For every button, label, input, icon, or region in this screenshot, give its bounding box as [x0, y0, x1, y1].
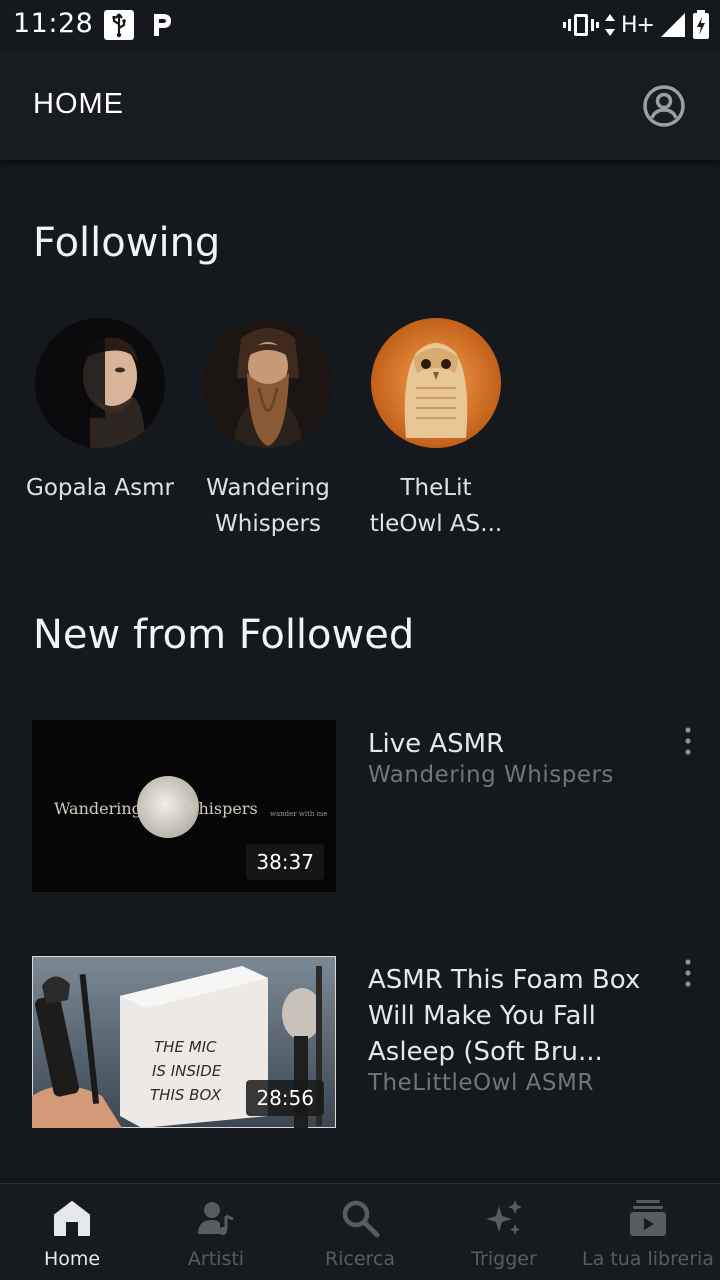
video-thumbnail[interactable]: THE MIC IS INSIDE THIS BOX 28:56 [32, 956, 336, 1128]
nav-artisti[interactable]: Artisti [144, 1184, 288, 1280]
video-item[interactable]: THE MIC IS INSIDE THIS BOX 28:56 ASMR Th… [0, 956, 720, 1131]
video-item[interactable]: Wandering Whispers wander with me 38:37 … [0, 720, 720, 895]
status-bar: 11:28 H+ [0, 0, 720, 50]
thumb-text-right: Whispers [182, 799, 258, 818]
bottom-nav: Home Artisti Ricerca Trigger La tua libr… [0, 1183, 720, 1280]
nav-label: La tua libreria [582, 1248, 714, 1270]
p-icon [150, 11, 174, 37]
new-from-followed-heading: New from Followed [33, 612, 415, 658]
video-title[interactable]: Live ASMR [368, 726, 668, 762]
nav-libreria[interactable]: La tua libreria [576, 1184, 720, 1280]
thumb-line: THE MIC [154, 1038, 217, 1056]
video-title[interactable]: ASMR This Foam Box Will Make You Fall As… [368, 962, 668, 1070]
status-icons: H+ [563, 8, 710, 42]
profile-button[interactable] [641, 83, 687, 129]
nav-label: Home [43, 1248, 101, 1270]
video-duration: 28:56 [246, 1080, 324, 1116]
more-vert-icon [685, 959, 691, 987]
usb-icon [104, 10, 134, 40]
avatar [203, 318, 333, 448]
network-type: H+ [621, 12, 655, 38]
more-options-button[interactable] [676, 956, 700, 992]
data-arrows-icon [605, 14, 616, 36]
account-circle-icon [643, 85, 685, 127]
status-time: 11:28 [13, 8, 94, 39]
nav-home[interactable]: Home [0, 1184, 144, 1280]
thumb-line: IS INSIDE [152, 1062, 222, 1080]
more-vert-icon [685, 727, 691, 755]
thumb-text-small: wander with me [270, 810, 327, 818]
battery-charging-icon [693, 10, 709, 39]
search-icon [342, 1200, 380, 1238]
nav-trigger[interactable]: Trigger [432, 1184, 576, 1280]
artist-card[interactable]: TheLit tleOwl AS... [361, 318, 511, 542]
video-channel[interactable]: TheLittleOwl ASMR [368, 1070, 594, 1096]
artist-card[interactable]: Gopala Asmr [25, 318, 175, 506]
nav-label: Artisti [187, 1248, 245, 1270]
video-channel[interactable]: Wandering Whispers [368, 762, 614, 788]
nav-label: Trigger [471, 1248, 537, 1270]
artist-name: TheLit tleOwl AS... [369, 475, 503, 537]
avatar [35, 318, 165, 448]
sparkle-icon [486, 1200, 522, 1235]
video-thumbnail[interactable]: Wandering Whispers wander with me 38:37 [32, 720, 336, 892]
library-icon [630, 1200, 666, 1236]
thumb-text-left: Wandering [54, 799, 142, 818]
thumb-line: THIS BOX [150, 1086, 222, 1104]
more-options-button[interactable] [676, 724, 700, 760]
artist-card[interactable]: Wandering Whispers [193, 318, 343, 542]
following-list: Gopala Asmr Wandering Whispers TheLit tl… [0, 318, 720, 548]
artist-name: Gopala Asmr [26, 475, 174, 501]
vibrate-icon [563, 14, 600, 36]
nav-ricerca[interactable]: Ricerca [288, 1184, 432, 1280]
home-icon [54, 1201, 90, 1236]
artist-name: Wandering Whispers [206, 475, 330, 537]
avatar [371, 318, 501, 448]
app-bar: HOME [0, 50, 720, 160]
video-duration: 38:37 [246, 844, 324, 880]
signal-icon [661, 13, 685, 37]
following-heading: Following [33, 220, 221, 266]
artist-icon [198, 1202, 234, 1235]
nav-label: Ricerca [324, 1248, 396, 1270]
page-title: HOME [33, 88, 124, 120]
